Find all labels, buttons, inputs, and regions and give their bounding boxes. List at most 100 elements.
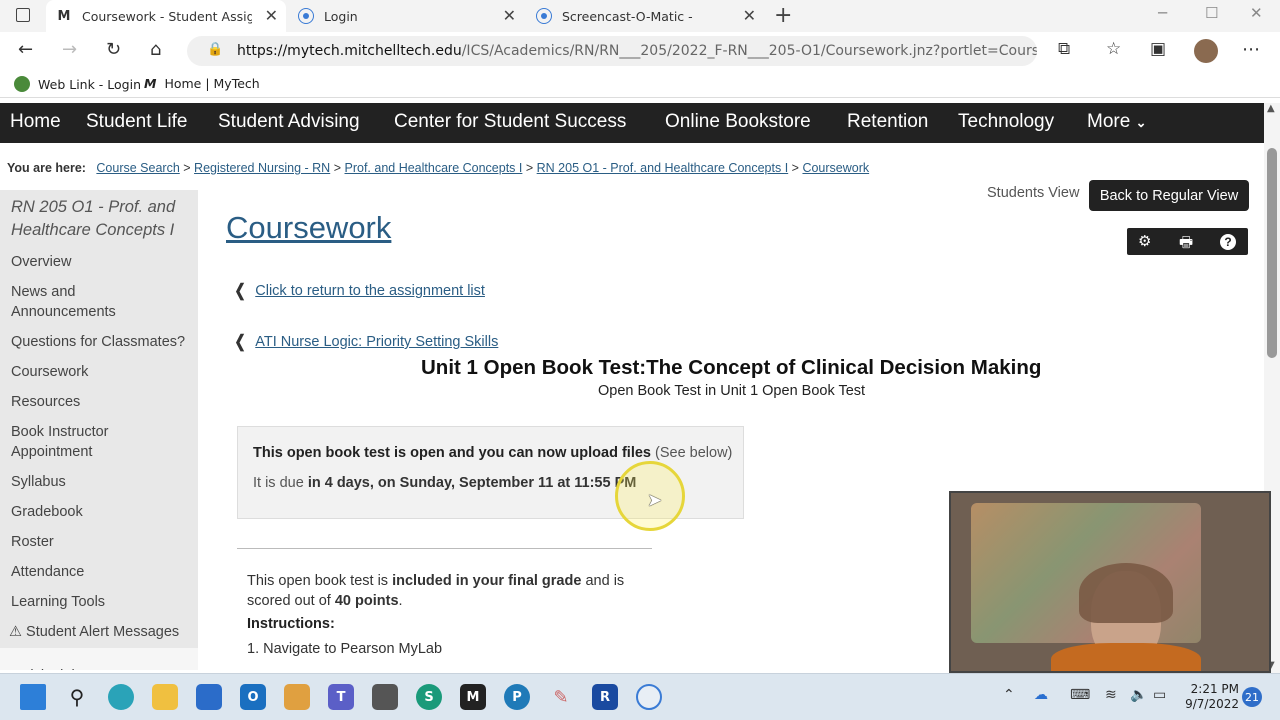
sidebar-item-roster[interactable]: Roster [11, 532, 54, 552]
screencast-app-icon[interactable] [636, 684, 662, 710]
breadcrumb-link[interactable]: RN 205 O1 - Prof. and Healthcare Concept… [537, 161, 789, 175]
sidebar-item-learning-tools[interactable]: Learning Tools [11, 592, 105, 612]
help-icon[interactable]: ? [1220, 234, 1236, 250]
course-sidebar: RN 205 O1 - Prof. and Healthcare Concept… [0, 190, 198, 670]
url-field[interactable]: 🔒 https://mytech.mitchelltech.edu/ICS/Ac… [187, 36, 1037, 66]
sidebar-item-gradebook[interactable]: Gradebook [11, 502, 83, 522]
scroll-up-icon[interactable]: ▲ [1267, 103, 1275, 114]
person-hair-image [1079, 563, 1173, 623]
maximize-icon[interactable]: ☐ [1205, 4, 1218, 22]
bookmark-home-mytech[interactable]: M Home | MyTech [144, 76, 260, 91]
bookmarks-bar: Web Link - Login M Home | MyTech [0, 70, 1280, 98]
gear-icon[interactable]: ⚙ [1138, 232, 1151, 250]
sidebar-item-attendance[interactable]: Attendance [11, 562, 84, 582]
divider [237, 548, 652, 549]
breadcrumb-separator: > [333, 161, 342, 175]
sidebar-item-student-alerts[interactable]: ⚠ Student Alert Messages [9, 622, 179, 642]
nav-more[interactable]: More ⌄ [1087, 111, 1146, 133]
battery-icon[interactable]: ▭ [1153, 687, 1166, 703]
scrollbar-thumb[interactable] [1267, 148, 1277, 358]
breadcrumb-link[interactable]: Coursework [802, 161, 869, 175]
nav-home[interactable]: Home [10, 111, 61, 133]
close-window-icon[interactable]: ✕ [1250, 4, 1263, 22]
url-host: https://mytech.mitchelltech.edu [237, 43, 462, 59]
sidebar-item-news[interactable]: News and Announcements [11, 282, 131, 322]
breadcrumb-link[interactable]: Course Search [96, 161, 179, 175]
nav-online-bookstore[interactable]: Online Bookstore [665, 111, 811, 133]
mytech-logo-icon: M [144, 76, 157, 91]
skype-icon[interactable]: S [416, 684, 442, 710]
tab-actions-icon[interactable] [16, 8, 30, 22]
minimize-icon[interactable]: ─ [1158, 4, 1167, 22]
store-icon[interactable] [196, 684, 222, 710]
extensions-icon[interactable]: ⧉ [1058, 39, 1070, 59]
home-icon[interactable]: ⌂ [150, 39, 161, 60]
bookmark-label: Web Link - Login [38, 76, 142, 92]
forward-arrow-icon[interactable]: → [62, 39, 77, 60]
search-icon[interactable]: ⚲ [64, 684, 90, 710]
portlet-toolbar: ⚙ 🖶 ? [1127, 228, 1248, 255]
nav-student-life[interactable]: Student Life [86, 111, 187, 133]
collections-icon[interactable]: ▣ [1150, 39, 1166, 59]
previous-assignment-link[interactable]: ATI Nurse Logic: Priority Setting Skills [255, 334, 498, 350]
sidebar-item-syllabus[interactable]: Syllabus [11, 472, 66, 492]
back-arrow-icon[interactable]: ← [18, 39, 33, 60]
sidebar-item-coursework[interactable]: Coursework [11, 362, 88, 382]
windows-taskbar: ⚲ O T S M P ✎ R ⌃ ☁ ⌨ ≋ 🔈 ▭ 2:21 PM 9/7/… [0, 673, 1280, 720]
show-hidden-icons-icon[interactable]: ⌃ [1003, 687, 1015, 703]
sidebar-item-book-appointment[interactable]: Book Instructor Appointment [11, 422, 131, 462]
close-tab-icon[interactable]: ✕ [503, 6, 516, 25]
wall-map-image [971, 503, 1201, 643]
p-app-icon[interactable]: P [504, 684, 530, 710]
notification-badge[interactable]: 21 [1242, 687, 1262, 707]
back-to-regular-view-button[interactable]: Back to Regular View [1089, 180, 1249, 211]
return-to-assignment-list-link[interactable]: Click to return to the assignment list [255, 283, 485, 299]
instructions-heading: Instructions: [247, 616, 335, 632]
volume-icon[interactable]: 🔈 [1130, 687, 1147, 703]
snipping-tool-icon[interactable] [284, 684, 310, 710]
screencast-favicon-icon [536, 8, 552, 24]
nav-student-advising[interactable]: Student Advising [218, 111, 360, 133]
wifi-icon[interactable]: ≋ [1105, 687, 1117, 703]
r-app-icon[interactable]: R [592, 684, 618, 710]
file-explorer-icon[interactable] [152, 684, 178, 710]
close-tab-icon[interactable]: ✕ [743, 6, 756, 25]
print-icon[interactable]: 🖶 [1179, 232, 1193, 257]
tab-screencast[interactable]: Screencast-O-Matic - ✕ [526, 0, 764, 32]
sidebar-item-overview[interactable]: Overview [11, 252, 71, 272]
bookmark-label: Home | MyTech [164, 76, 260, 91]
edge-browser-icon[interactable] [108, 684, 134, 710]
tab-coursework[interactable]: M Coursework - Student Assignme ✕ [46, 0, 286, 32]
outlook-icon[interactable]: O [240, 684, 266, 710]
system-clock[interactable]: 2:21 PM 9/7/2022 [1184, 682, 1239, 712]
nav-retention[interactable]: Retention [847, 111, 928, 133]
sidebar-item-resources[interactable]: Resources [11, 392, 80, 412]
new-tab-button[interactable]: + [774, 3, 792, 28]
pin-app-icon[interactable]: ✎ [548, 684, 574, 710]
mytech-app-icon[interactable]: M [460, 684, 486, 710]
nav-technology[interactable]: Technology [958, 111, 1054, 133]
favorites-icon[interactable]: ☆ [1106, 39, 1121, 59]
assignment-subtitle: Open Book Test in Unit 1 Open Book Test [598, 383, 866, 399]
tab-title: Coursework - Student Assignme [82, 8, 252, 24]
mytech-favicon-icon: M [57, 8, 71, 24]
windows-start-icon[interactable] [20, 684, 46, 710]
page-title[interactable]: Coursework [226, 210, 391, 246]
more-menu-icon[interactable]: ⋯ [1242, 39, 1260, 60]
keyboard-icon[interactable]: ⌨ [1070, 687, 1090, 703]
sidebar-item-questions[interactable]: Questions for Classmates? [11, 332, 185, 352]
breadcrumb-link[interactable]: Registered Nursing - RN [194, 161, 330, 175]
refresh-icon[interactable]: ↻ [106, 39, 121, 60]
tab-login[interactable]: Login ✕ [288, 0, 524, 32]
profile-avatar[interactable] [1194, 39, 1218, 63]
bookmark-web-link-login[interactable]: Web Link - Login [14, 76, 141, 92]
grading-info: This open book test is included in your … [247, 571, 647, 611]
close-tab-icon[interactable]: ✕ [265, 6, 278, 25]
instruction-step: 1. Navigate to Pearson MyLab [247, 641, 443, 657]
photos-app-icon[interactable] [372, 684, 398, 710]
onedrive-icon[interactable]: ☁ [1034, 687, 1048, 703]
chevron-left-icon: ❮ [234, 332, 246, 351]
nav-center-student-success[interactable]: Center for Student Success [394, 111, 626, 133]
breadcrumb-link[interactable]: Prof. and Healthcare Concepts I [345, 161, 523, 175]
teams-icon[interactable]: T [328, 684, 354, 710]
